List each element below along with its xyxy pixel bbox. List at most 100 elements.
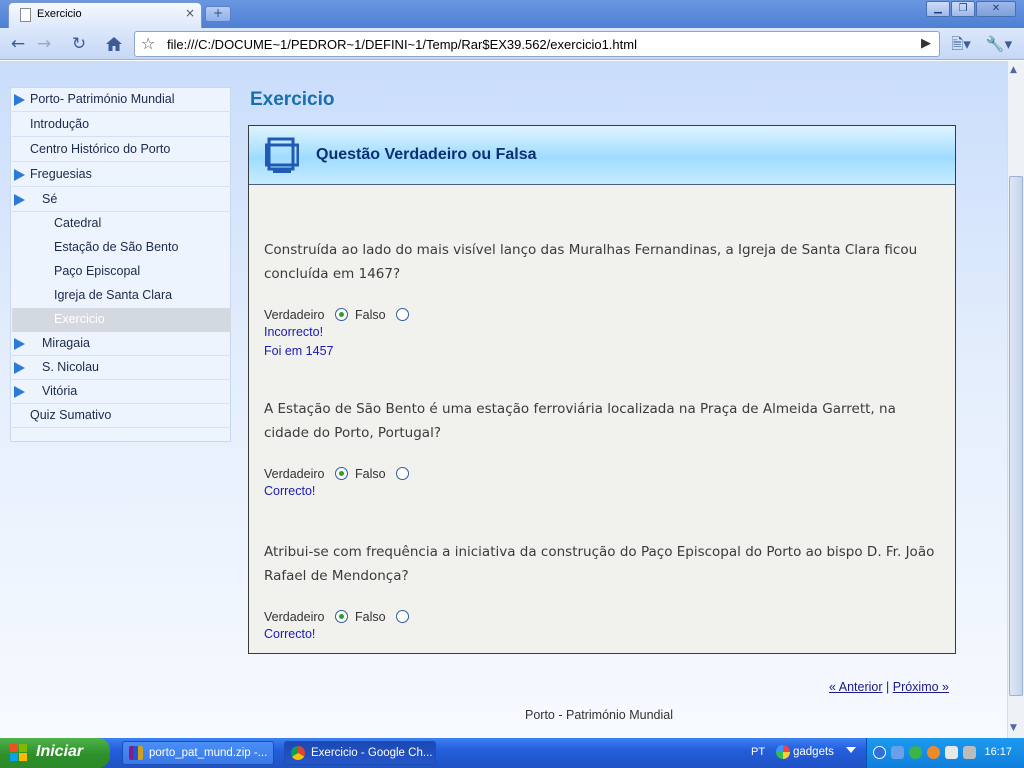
option-false-label: Falso — [355, 467, 386, 481]
pager: « Anterior | Próximo » — [829, 680, 949, 694]
radio-true[interactable] — [335, 308, 348, 321]
question-1-feedback: Incorrecto! — [264, 325, 324, 339]
bookmark-star-icon[interactable]: ☆ — [141, 34, 155, 53]
scroll-up-icon[interactable]: ▲ — [1010, 65, 1017, 75]
forward-icon[interactable]: → — [32, 33, 56, 55]
radio-false[interactable] — [396, 610, 409, 623]
sidebar-item-exercicio[interactable]: Exercicio — [12, 308, 231, 332]
page-title: Exercicio — [250, 89, 335, 110]
previous-link[interactable]: « Anterior — [829, 680, 883, 694]
scroll-down-icon[interactable]: ▼ — [1010, 723, 1017, 733]
browser-tab[interactable]: Exercicio × — [8, 2, 202, 28]
chrome-icon — [291, 746, 305, 760]
sidebar-item-label: Miragaia — [42, 336, 90, 350]
reload-icon[interactable]: ↻ — [67, 33, 91, 55]
radio-true[interactable] — [335, 467, 348, 480]
exercise-title: Questão Verdadeiro ou Falsa — [316, 146, 537, 163]
sidebar-item-miragaia[interactable]: Miragaia — [12, 332, 231, 356]
page-viewport: Porto- Património Mundial Introdução Centr… — [0, 61, 1007, 738]
radio-false[interactable] — [396, 467, 409, 480]
language-indicator[interactable]: PT — [751, 746, 765, 758]
question-1-text: Construída ao lado do mais visível lanço… — [264, 242, 918, 282]
footer-text: Porto - Património Mundial — [525, 708, 673, 722]
wrench-menu-icon[interactable]: 🔧▾ — [984, 33, 1014, 55]
windows-logo-icon — [10, 744, 27, 761]
radio-false[interactable] — [396, 308, 409, 321]
taskbar-button-chrome[interactable]: Exercicio - Google Ch... — [284, 741, 436, 765]
sidebar-item-label: Vitória — [42, 384, 78, 398]
taskbar-button-label: porto_pat_mund.zip -... — [149, 747, 268, 759]
back-icon[interactable]: ← — [6, 33, 30, 55]
option-true-label: Verdadeiro — [264, 308, 325, 322]
question-2-feedback: Correcto! — [264, 484, 316, 498]
sidebar-item-freguesias[interactable]: Freguesias — [12, 163, 231, 187]
page-menu-icon[interactable]: 🗎▾ — [946, 33, 976, 55]
sidebar-item-paco-episcopal[interactable]: Paço Episcopal — [12, 260, 231, 284]
question-3-feedback: Correcto! — [264, 627, 316, 641]
maximize-button[interactable]: ❐ — [951, 1, 975, 17]
taskbar-button-winrar[interactable]: porto_pat_mund.zip -... — [122, 741, 274, 765]
sidebar-item-label: Paço Episcopal — [54, 264, 141, 278]
sidebar-item-igreja-de-santa-clara[interactable]: Igreja de Santa Clara — [12, 284, 231, 308]
sidebar-item-vitoria[interactable]: Vitória — [12, 380, 231, 404]
radio-true[interactable] — [335, 610, 348, 623]
expand-arrow-icon — [14, 94, 25, 106]
device-icon[interactable] — [963, 746, 976, 759]
vertical-scrollbar[interactable]: ▲ ▼ — [1007, 61, 1024, 738]
scroll-thumb[interactable] — [1009, 176, 1023, 696]
option-false-label: Falso — [355, 308, 386, 322]
option-true-label: Verdadeiro — [264, 610, 325, 624]
sidebar-item-s-nicolau[interactable]: S. Nicolau — [12, 356, 231, 380]
tab-close-icon[interactable]: × — [185, 6, 195, 20]
question-2-text: A Estação de São Bento é uma estação fer… — [264, 401, 896, 441]
question-frame-icon — [265, 137, 299, 173]
sidebar-item-label: S. Nicolau — [42, 360, 99, 374]
taskbar: Iniciar porto_pat_mund.zip -... Exercici… — [0, 738, 1024, 768]
tab-title: Exercicio — [37, 8, 82, 20]
gadgets-label: gadgets — [793, 746, 834, 758]
network-icon[interactable] — [891, 746, 904, 759]
sidebar-item-label: Introdução — [30, 117, 90, 131]
pager-separator: | — [886, 680, 890, 694]
minimize-button[interactable]: ▁ — [926, 1, 950, 17]
expand-arrow-icon — [14, 386, 25, 398]
sidebar-item-centro-historico-do-porto[interactable]: Centro Histórico do Porto — [12, 138, 231, 162]
start-label: Iniciar — [36, 743, 84, 760]
show-hidden-icon[interactable] — [873, 746, 886, 759]
clock: 16:17 — [984, 746, 1012, 758]
exercise-panel: Questão Verdadeiro ou Falsa Construída a… — [248, 125, 956, 654]
sidebar-item-catedral[interactable]: Catedral — [12, 212, 231, 236]
winrar-icon — [129, 746, 143, 760]
expand-arrow-icon — [14, 169, 25, 181]
browser-titlebar: Exercicio × + ▁ ❐ ✕ — [0, 0, 1024, 28]
sidebar-item-label: Estação de São Bento — [54, 240, 179, 254]
page-icon — [20, 8, 31, 22]
sidebar-item-quiz-sumativo[interactable]: Quiz Sumativo — [12, 404, 231, 428]
option-false-label: Falso — [355, 610, 386, 624]
next-link[interactable]: Próximo » — [893, 680, 949, 694]
option-true-label: Verdadeiro — [264, 467, 325, 481]
expand-arrow-icon — [14, 362, 25, 374]
sidebar-item-se[interactable]: Sé — [12, 188, 231, 212]
sidebar-item-label: Porto- Património Mundial — [30, 92, 175, 106]
address-bar[interactable]: ☆ file:///C:/DOCUME~1/PEDROR~1/DEFINI~1/… — [134, 31, 940, 57]
expand-arrow-icon — [14, 194, 25, 206]
sidebar-item-estacao-de-sao-bento[interactable]: Estação de São Bento — [12, 236, 231, 260]
sidebar-item-porto-patrimonio-mundial[interactable]: Porto- Património Mundial — [12, 88, 231, 112]
home-icon[interactable] — [102, 33, 126, 55]
start-button[interactable]: Iniciar — [0, 738, 110, 768]
sidebar-item-introducao[interactable]: Introdução — [12, 113, 231, 137]
tray-expand-icon[interactable] — [846, 747, 856, 753]
url-text[interactable]: file:///C:/DOCUME~1/PEDROR~1/DEFINI~1/Te… — [167, 37, 637, 52]
wireless-icon[interactable] — [945, 746, 958, 759]
taskbar-button-label: Exercicio - Google Ch... — [311, 747, 433, 759]
update-icon[interactable] — [927, 746, 940, 759]
new-tab-button[interactable]: + — [205, 6, 231, 22]
sidebar-item-label: Igreja de Santa Clara — [54, 288, 173, 302]
exercise-header: Questão Verdadeiro ou Falsa — [249, 126, 955, 185]
go-icon[interactable]: ▶ — [921, 36, 931, 51]
question-1-feedback-detail: Foi em 1457 — [264, 344, 334, 358]
gadgets-icon — [776, 745, 790, 759]
antivirus-icon[interactable] — [909, 746, 922, 759]
close-window-button[interactable]: ✕ — [976, 1, 1016, 17]
